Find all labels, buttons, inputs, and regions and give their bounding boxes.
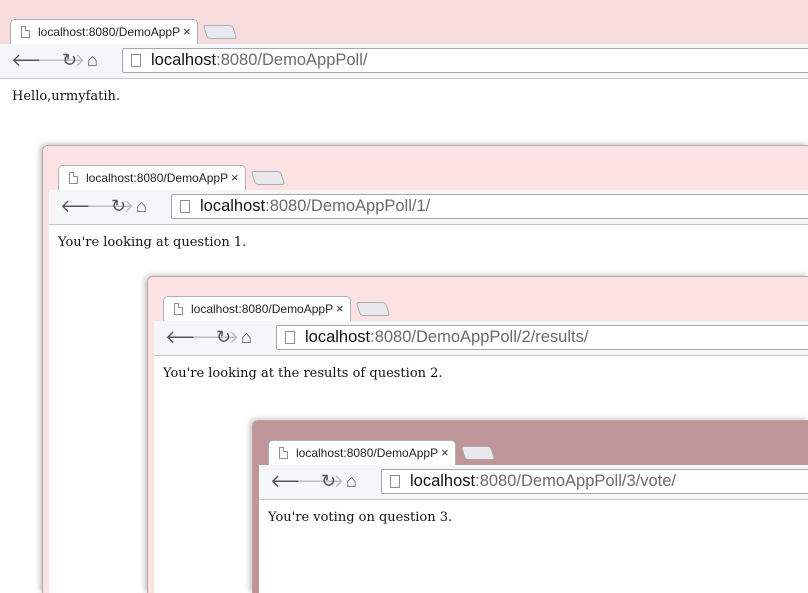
tab-title: localhost:8080/DemoAppPoll/1/	[86, 171, 228, 185]
browser-tab[interactable]: localhost:8080/DemoAppPoll/ ×	[10, 19, 198, 45]
new-tab-button[interactable]	[250, 171, 286, 185]
home-icon[interactable]: ⌂	[241, 328, 252, 346]
url-text: localhost:8080/DemoAppPoll/	[151, 51, 368, 69]
page-icon	[69, 172, 78, 184]
browser-tab[interactable]: localhost:8080/DemoAppPoll/1/ ×	[58, 165, 246, 191]
browser-tab[interactable]: localhost:8080/DemoAppPoll/2/results/ ×	[163, 296, 351, 322]
toolbar: 🡐 🡒 ↻ ⌂ localhost:8080/DemoAppPoll/1/	[49, 190, 808, 225]
page-icon	[390, 475, 400, 488]
reload-icon[interactable]: ↻	[111, 197, 126, 215]
home-icon[interactable]: ⌂	[87, 51, 98, 69]
page-text: You're looking at the results of questio…	[163, 366, 443, 381]
page-icon	[279, 447, 288, 459]
page-icon	[180, 200, 190, 213]
new-tab-button[interactable]	[355, 302, 391, 316]
close-tab-icon[interactable]: ×	[231, 170, 239, 185]
page-icon	[131, 54, 141, 67]
tab-title: localhost:8080/DemoAppPoll/2/results/	[191, 302, 333, 316]
page-text: Hello,urmyfatih.	[12, 89, 121, 104]
address-bar[interactable]: localhost:8080/DemoAppPoll/2/results/	[276, 325, 808, 350]
reload-icon[interactable]: ↻	[321, 472, 336, 490]
home-icon[interactable]: ⌂	[136, 197, 147, 215]
reload-icon[interactable]: ↻	[216, 328, 231, 346]
browser-tab[interactable]: localhost:8080/DemoAppPoll/3/vote/ ×	[268, 440, 456, 466]
url-text: localhost:8080/DemoAppPoll/3/vote/	[410, 472, 677, 490]
address-bar[interactable]: localhost:8080/DemoAppPoll/3/vote/	[381, 469, 808, 494]
new-tab-button[interactable]	[202, 25, 238, 39]
toolbar: 🡐 🡒 ↻ ⌂ localhost:8080/DemoAppPoll/	[0, 44, 808, 79]
page-text: You're voting on question 3.	[268, 510, 453, 525]
page-text: You're looking at question 1.	[58, 235, 247, 250]
toolbar: 🡐 🡒 ↻ ⌂ localhost:8080/DemoAppPoll/3/vot…	[259, 465, 808, 500]
close-tab-icon[interactable]: ×	[441, 445, 449, 460]
page-icon	[21, 26, 30, 38]
url-text: localhost:8080/DemoAppPoll/2/results/	[305, 328, 589, 346]
toolbar: 🡐 🡒 ↻ ⌂ localhost:8080/DemoAppPoll/2/res…	[154, 321, 808, 356]
tab-title: localhost:8080/DemoAppPoll/3/vote/	[296, 446, 438, 460]
page-icon	[285, 331, 295, 344]
close-tab-icon[interactable]: ×	[336, 301, 344, 316]
new-tab-button[interactable]	[460, 446, 496, 460]
close-tab-icon[interactable]: ×	[183, 24, 191, 39]
page-icon	[174, 303, 183, 315]
address-bar[interactable]: localhost:8080/DemoAppPoll/1/	[171, 194, 808, 219]
page-content: You're voting on question 3.	[259, 500, 808, 593]
reload-icon[interactable]: ↻	[62, 51, 77, 69]
address-bar[interactable]: localhost:8080/DemoAppPoll/	[122, 48, 808, 73]
browser-window-question-3-vote: localhost:8080/DemoAppPoll/3/vote/ × 🡐 🡒…	[252, 420, 808, 593]
tab-title: localhost:8080/DemoAppPoll/	[38, 25, 180, 39]
home-icon[interactable]: ⌂	[346, 472, 357, 490]
url-text: localhost:8080/DemoAppPoll/1/	[200, 197, 431, 215]
